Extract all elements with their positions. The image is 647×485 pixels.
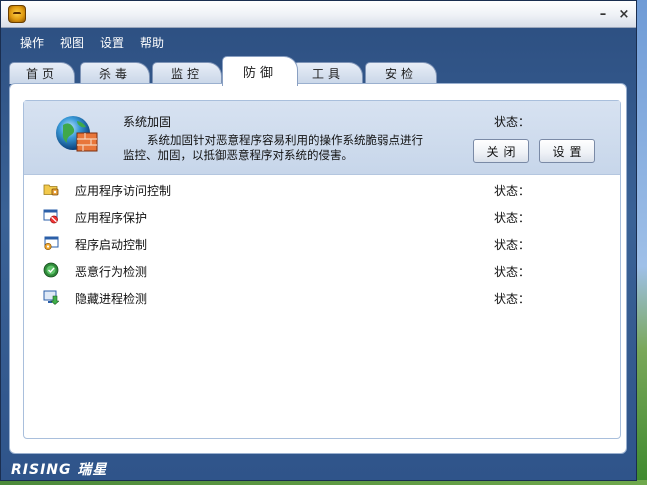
tab-monitor[interactable]: 监控 (152, 62, 222, 84)
rising-lion-icon (8, 5, 26, 23)
close-feature-button[interactable]: 关闭 (473, 139, 529, 163)
item-app-access-control[interactable]: 应用程序访问控制 (75, 182, 171, 199)
desktop-background (636, 0, 647, 485)
close-window-button[interactable]: × (615, 5, 633, 23)
list-item[interactable]: 应用程序保护 状态： (24, 204, 620, 228)
item-app-protection[interactable]: 应用程序保护 (75, 209, 147, 226)
item-startup-control[interactable]: 程序启动控制 (75, 236, 147, 253)
item-status-label: 状态： (494, 184, 531, 198)
feature-description-line1: 系统加固针对恶意程序容易利用的操作系统脆弱点进行 (147, 133, 423, 147)
list-item[interactable]: 隐藏进程检测 状态： (24, 285, 620, 309)
tab-defense[interactable]: 防御 (222, 56, 298, 86)
list-item[interactable]: 应用程序访问控制 状态： (24, 177, 620, 201)
defense-list-panel: 系统加固 系统加固针对恶意程序容易利用的操作系统脆弱点进行 监控、加固，以抵御恶… (23, 100, 621, 439)
tab-tools[interactable]: 工具 (293, 62, 363, 84)
window-block-icon (43, 209, 58, 224)
monitor-download-icon (43, 290, 59, 305)
tab-antivirus[interactable]: 杀毒 (80, 62, 150, 84)
feature-title: 系统加固 (123, 115, 172, 129)
tab-home[interactable]: 首页 (9, 62, 75, 84)
menu-help[interactable]: 帮助 (140, 34, 164, 51)
rising-brand-logo: RISING 瑞星 (11, 462, 108, 478)
shield-check-icon (43, 262, 59, 278)
defense-content-panel: 系统加固 系统加固针对恶意程序容易利用的操作系统脆弱点进行 监控、加固，以抵御恶… (9, 83, 627, 454)
item-hidden-process-detection[interactable]: 隐藏进程检测 (75, 290, 147, 307)
window-gear-icon (44, 236, 59, 251)
globe-firewall-icon (56, 116, 98, 152)
item-status-label: 状态： (494, 265, 531, 279)
tab-security-check[interactable]: 安检 (365, 62, 437, 84)
feature-status-label: 状态： (494, 115, 531, 129)
rising-antivirus-window: – × 操作 视图 设置 帮助 首页 杀毒 监控 防御 工具 安检 系统加固 系… (0, 0, 637, 481)
item-status-label: 状态： (494, 238, 531, 252)
item-status-label: 状态： (494, 292, 531, 306)
feature-description-line2: 监控、加固，以抵御恶意程序对系统的侵害。 (123, 148, 353, 162)
list-item[interactable]: 恶意行为检测 状态： (24, 258, 620, 282)
folder-lock-icon (43, 184, 59, 196)
feature-description: 系统加固针对恶意程序容易利用的操作系统脆弱点进行 监控、加固，以抵御恶意程序对系… (123, 133, 453, 163)
menu-operate[interactable]: 操作 (20, 34, 44, 51)
feature-settings-button[interactable]: 设置 (539, 139, 595, 163)
system-hardening-section: 系统加固 系统加固针对恶意程序容易利用的操作系统脆弱点进行 监控、加固，以抵御恶… (24, 101, 620, 175)
title-bar[interactable]: – × (1, 1, 636, 28)
menu-settings[interactable]: 设置 (100, 34, 124, 51)
menu-bar: 操作 视图 设置 帮助 (1, 28, 636, 56)
minimize-button[interactable]: – (594, 5, 612, 23)
menu-view[interactable]: 视图 (60, 34, 84, 51)
item-status-label: 状态： (494, 211, 531, 225)
list-item[interactable]: 程序启动控制 状态： (24, 231, 620, 255)
item-malicious-behavior-detection[interactable]: 恶意行为检测 (75, 263, 147, 280)
